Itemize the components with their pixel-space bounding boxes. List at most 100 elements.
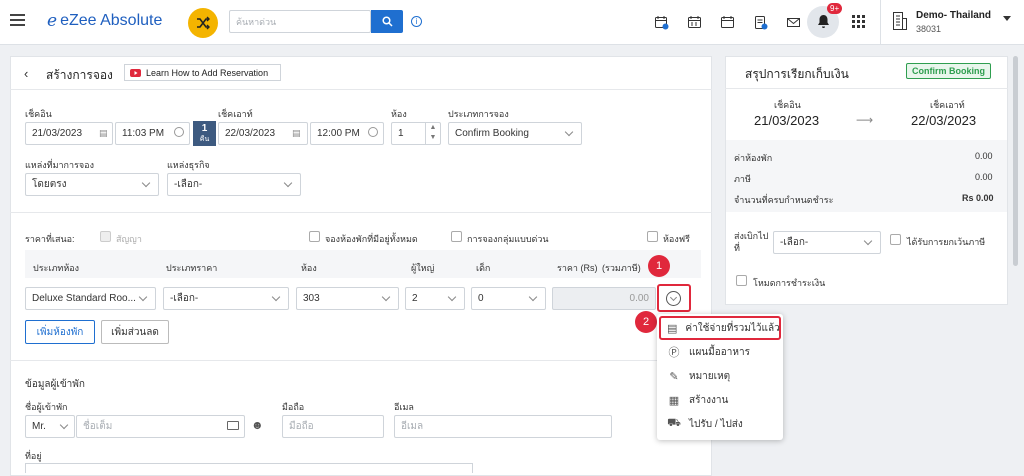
booking-type-label: ประเภทการจอง — [448, 109, 509, 119]
checkout-time-value: 12:00 PM — [317, 128, 360, 139]
summary-checkin-label: เช็คอิน — [774, 100, 801, 110]
room-value: 303 — [303, 293, 320, 304]
apps-grid-icon[interactable] — [852, 15, 865, 28]
clock-icon — [368, 127, 378, 137]
adult-value: 2 — [412, 293, 418, 304]
booking-type-select[interactable]: Confirm Booking — [448, 122, 582, 145]
receipt-icon: ▤ — [667, 322, 678, 335]
nights-value: 1 — [201, 123, 208, 134]
source-label: แหล่งที่มาการจอง — [25, 160, 94, 170]
help-video-label: Learn How to Add Reservation — [146, 67, 269, 78]
calendar-add-icon[interactable] — [652, 13, 670, 31]
property-name[interactable]: Demo- Thailand — [916, 10, 991, 21]
notification-badge: 9+ — [827, 3, 843, 14]
email-input[interactable]: อีเมล — [394, 415, 612, 438]
checkout-label: เช็คเอาท์ — [218, 109, 253, 119]
building-icon — [892, 11, 908, 34]
business-source-value: -เลือก- — [174, 179, 203, 190]
app-logo[interactable]: e eZee Absolute — [47, 11, 162, 31]
logo-mark: e — [47, 11, 58, 31]
top-bar: e eZee Absolute ค้นหาด่วน i 9+ Demo- Tha… — [0, 0, 1024, 45]
price-input: 0.00 — [552, 287, 656, 310]
book-all-checkbox[interactable] — [309, 231, 320, 242]
guest-section-title: ข้อมูลผู้เข้าพัก — [25, 379, 85, 390]
col-price: ราคา (Rs) — [557, 263, 598, 273]
arrow-right-icon: ⟶ — [856, 113, 874, 127]
add-room-button[interactable]: เพิ่มห้องพัก — [25, 320, 95, 344]
car-icon: ⛟ — [667, 417, 681, 429]
menu-item-pickup-dropoff[interactable]: ⛟ ไปรับ / ไปส่ง — [657, 412, 783, 436]
step-marker-1: 1 — [648, 255, 670, 277]
calendar-grid-icon[interactable] — [685, 13, 703, 31]
calendar-icon: ▤ — [292, 128, 301, 138]
col-room: ห้อง — [301, 263, 317, 273]
mobile-label: มือถือ — [282, 402, 305, 412]
free-room-checkbox[interactable] — [647, 231, 658, 242]
rooms-value: 1 — [398, 128, 404, 139]
room-charge-label: ค่าห้องพัก — [734, 153, 773, 163]
property-code: 38031 — [916, 24, 942, 34]
add-discount-button[interactable]: เพิ่มส่วนลด — [101, 320, 169, 344]
menu-item-notes[interactable]: ✎ หมายเหตุ — [657, 364, 783, 388]
contract-checkbox[interactable] — [100, 231, 111, 242]
mail-icon[interactable] — [784, 13, 802, 31]
back-chevron-icon[interactable]: ‹ — [24, 66, 28, 81]
divider — [10, 89, 712, 90]
email-label: อีเมล — [394, 402, 414, 412]
rooms-label: ห้อง — [391, 109, 407, 119]
scrollbar-thumb[interactable] — [1013, 56, 1018, 266]
tax-exempt-label: ได้รับการยกเว้นภาษี — [907, 237, 986, 247]
group-booking-label: การจองกลุ่มแบบด่วน — [467, 234, 549, 244]
menu-item-create-task[interactable]: ▦ สร้างงาน — [657, 388, 783, 412]
add-user-icon[interactable]: ☻ — [251, 418, 264, 432]
tax-value: 0.00 — [975, 172, 993, 182]
col-rate-type: ประเภทราคา — [166, 263, 218, 273]
menu-item-label: ไปรับ / ไปส่ง — [689, 418, 743, 430]
youtube-icon — [130, 68, 141, 77]
hamburger-menu-icon[interactable] — [10, 14, 25, 27]
shuffle-button[interactable] — [188, 8, 218, 38]
quick-search-input[interactable]: ค้นหาด่วน — [229, 10, 371, 33]
options-menu: ▤ ค่าใช้จ่ายที่รวมไว้แล้ว Ⓟ แผนมื้ออาหาร ✎… — [657, 314, 783, 440]
payment-mode-label: โหมดการชำระเงิน — [753, 278, 826, 288]
room-type-value: Deluxe Standard Roo... — [32, 293, 136, 304]
rate-table-header — [25, 250, 701, 278]
summary-checkin-date: 21/03/2023 — [754, 113, 820, 128]
property-dropdown-icon[interactable] — [1003, 16, 1011, 21]
rate-type-select[interactable]: -เลือก- — [163, 287, 289, 310]
business-source-select[interactable]: -เลือก- — [167, 173, 301, 196]
book-all-label: จองห้องพักที่มีอยู่ทั้งหมด — [325, 234, 418, 244]
source-select[interactable]: โดยตรง — [25, 173, 159, 196]
col-child: เด็ก — [476, 263, 491, 273]
divider — [880, 0, 881, 44]
menu-item-label: แผนมื้ออาหาร — [689, 346, 750, 358]
menu-item-meal-plan[interactable]: Ⓟ แผนมื้ออาหาร — [657, 340, 783, 364]
calendar-icon: ▤ — [99, 128, 108, 138]
search-icon — [381, 16, 393, 27]
stepper-arrows-icon[interactable]: ▲ ▼ — [425, 123, 440, 144]
title-value: Mr. — [32, 421, 46, 432]
tax-exempt-checkbox[interactable] — [890, 234, 901, 245]
calendar-icon[interactable] — [718, 13, 736, 31]
guest-name-input[interactable]: ชื่อเต็ม — [76, 415, 245, 438]
info-icon[interactable]: i — [411, 16, 422, 27]
more-options-icon[interactable] — [666, 291, 681, 306]
menu-item-inclusions[interactable]: ▤ ค่าใช้จ่ายที่รวมไว้แล้ว — [659, 316, 781, 340]
pencil-icon: ✎ — [669, 370, 679, 383]
adult-select[interactable]: 2 — [405, 287, 465, 310]
room-type-select[interactable]: Deluxe Standard Roo... — [25, 287, 156, 310]
help-video-button[interactable]: Learn How to Add Reservation — [124, 64, 281, 81]
id-card-icon[interactable] — [227, 421, 239, 430]
tax-label: ภาษี — [734, 174, 751, 184]
title-select[interactable]: Mr. — [25, 415, 75, 438]
col-tax-included: (รวมภาษี) — [602, 263, 641, 273]
address-input[interactable] — [25, 463, 473, 473]
invoice-icon[interactable] — [751, 13, 769, 31]
payment-mode-checkbox[interactable] — [736, 275, 747, 286]
group-booking-checkbox[interactable] — [451, 231, 462, 242]
search-button[interactable] — [371, 10, 403, 33]
divider — [725, 88, 1008, 89]
divider — [10, 212, 712, 213]
mobile-input[interactable]: มือถือ — [282, 415, 384, 438]
rate-offer-label: ราคาที่เสนอ: — [25, 234, 75, 244]
